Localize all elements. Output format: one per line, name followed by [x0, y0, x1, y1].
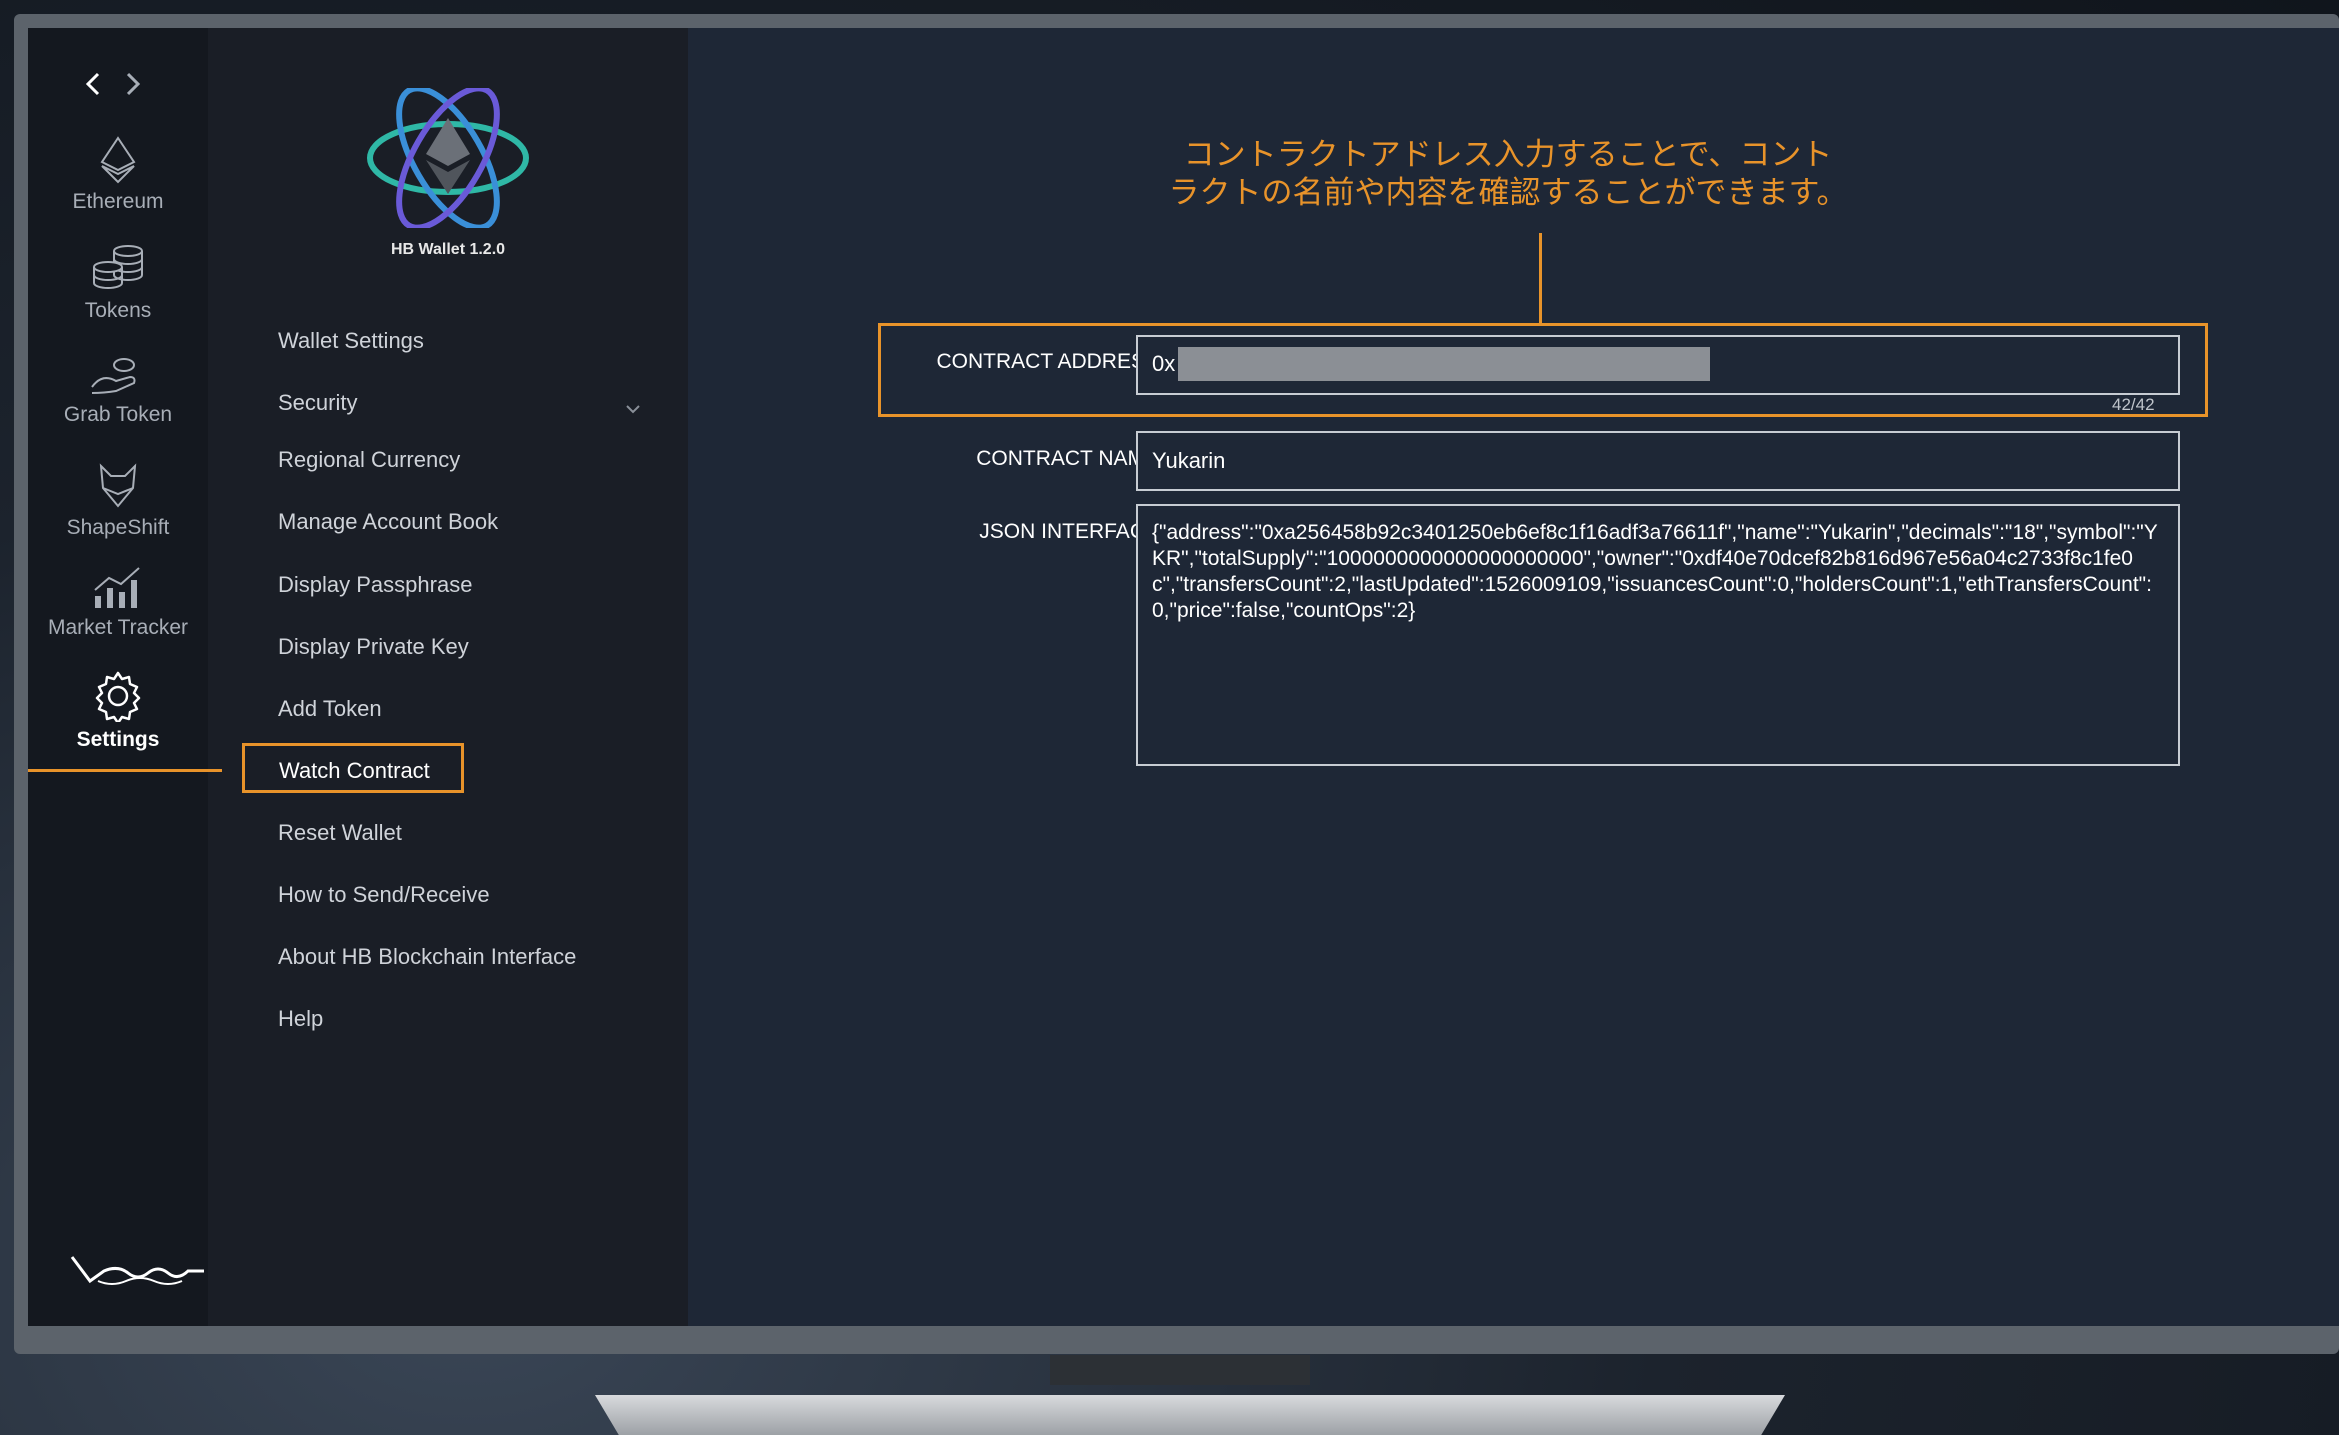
hand-coin-icon [91, 358, 136, 394]
coins-icon [93, 245, 143, 289]
brand-logo-icon [70, 1256, 204, 1285]
menu-item-manage-account-book[interactable]: Manage Account Book [278, 507, 498, 537]
monitor-stand [1050, 1355, 1310, 1385]
chevron-right-icon[interactable] [118, 64, 148, 104]
menu-item-about[interactable]: About HB Blockchain Interface [278, 942, 576, 972]
character-counter: 42/42 [2112, 395, 2155, 414]
rail-label: Ethereum [72, 190, 164, 213]
json-interface-label: JSON INTERFACE [979, 520, 1159, 543]
rail-item-market-tracker[interactable]: Market Tracker [28, 566, 208, 640]
app-window: Ethereum Tokens Grab Token ShapeShift Ma… [28, 28, 2339, 1326]
rail-label: Tokens [84, 299, 152, 322]
fox-icon [99, 463, 137, 508]
contract-address-label: CONTRACT ADDRESS [936, 350, 1159, 373]
annotation-pointer-line [1539, 233, 1542, 323]
rail-item-tokens[interactable]: Tokens [28, 243, 208, 323]
menu-item-wallet-settings[interactable]: Wallet Settings [278, 326, 424, 356]
json-interface-textarea[interactable]: {"address":"0xa256458b92c3401250eb6ef8c1… [1136, 504, 2180, 766]
menu-item-add-token[interactable]: Add Token [278, 694, 382, 724]
rail-label: ShapeShift [66, 516, 170, 539]
menu-item-regional-currency[interactable]: Regional Currency [278, 445, 460, 475]
menu-item-security[interactable]: Security [278, 388, 357, 418]
rail-label: Market Tracker [47, 616, 189, 639]
rail-item-ethereum[interactable]: Ethereum [28, 136, 208, 214]
ethereum-icon [100, 136, 136, 184]
callout-line-1: コントラクトアドレス入力することで、コント [1183, 137, 1833, 172]
app-version: HB Wallet 1.2.0 [390, 241, 506, 258]
atom-ethereum-logo [367, 85, 529, 231]
menu-item-how-to-send-receive[interactable]: How to Send/Receive [278, 880, 490, 910]
rail-item-grab-token[interactable]: Grab Token [28, 353, 208, 427]
watch-contract-panel: コントラクトアドレス入力することで、コント ラクトの名前や内容を確認することがで… [688, 28, 2339, 1326]
chart-icon [94, 567, 140, 608]
gear-icon [95, 671, 141, 722]
icon-rail: Ethereum Tokens Grab Token ShapeShift Ma… [28, 28, 208, 1326]
menu-item-help[interactable]: Help [278, 1004, 323, 1034]
redacted-address [1178, 347, 1710, 381]
settings-menu: HB Wallet 1.2.0 Wallet Settings Security… [208, 28, 688, 1326]
menu-item-display-passphrase[interactable]: Display Passphrase [278, 570, 472, 600]
rail-item-settings[interactable]: Settings [28, 670, 208, 752]
menu-item-reset-wallet[interactable]: Reset Wallet [278, 818, 402, 848]
brand: HB Wallet 1.2.0 [358, 85, 538, 259]
contract-name-input[interactable]: Yukarin [1136, 431, 2180, 491]
menu-item-display-private-key[interactable]: Display Private Key [278, 632, 469, 662]
chevron-left-icon[interactable] [78, 64, 108, 104]
contract-name-label: CONTRACT NAME [976, 447, 1159, 470]
annotation-connector-line [28, 769, 222, 772]
json-interface-value: {"address":"0xa256458b92c3401250eb6ef8c1… [1152, 521, 2158, 622]
menu-item-watch-contract[interactable]: Watch Contract [242, 743, 464, 793]
history-nav [78, 64, 158, 104]
rail-label: Settings [76, 728, 160, 751]
chevron-down-icon[interactable] [623, 399, 643, 419]
contract-address-input[interactable]: 0x [1136, 335, 2180, 395]
annotation-callout: コントラクトアドレス入力することで、コント ラクトの名前や内容を確認することがで… [1128, 136, 1888, 212]
rail-label: Grab Token [63, 403, 173, 426]
rail-item-shapeshift[interactable]: ShapeShift [28, 460, 208, 540]
contract-address-value: 0x [1152, 351, 1176, 376]
callout-line-2: ラクトの名前や内容を確認することができます。 [1168, 175, 1848, 210]
monitor-base [595, 1395, 1785, 1435]
